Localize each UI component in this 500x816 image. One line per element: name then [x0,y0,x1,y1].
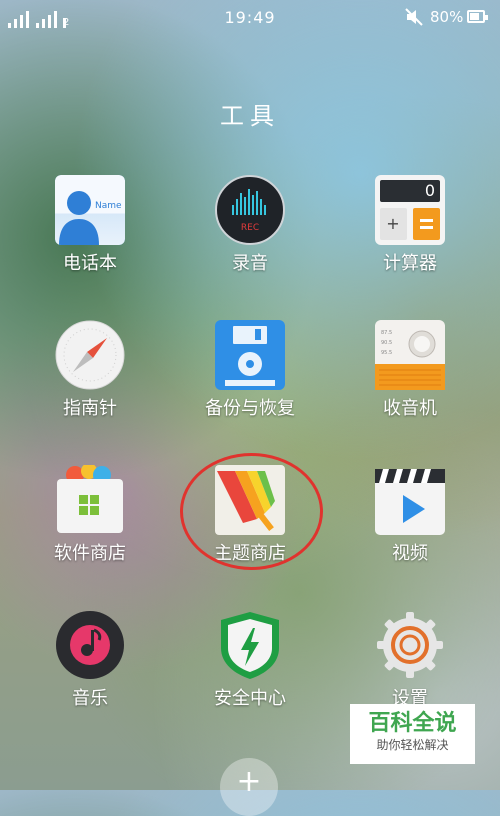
mute-icon [405,8,423,26]
security-center-icon [215,610,285,680]
recorder-icon: REC [215,175,285,245]
watermark-title: 百科全说 [368,711,457,736]
app-compass[interactable]: 指南针 [25,320,155,420]
radio-icon: 87.5 90.5 95.5 [375,320,445,390]
battery-percent: 80% [430,8,464,26]
app-label: 软件商店 [54,543,126,564]
watermark: 百科全说 助你轻松解决 [350,704,475,764]
recorder-icon-text: REC [240,223,260,233]
contacts-icon-text: Name [95,201,122,211]
app-label: 电话本 [63,253,117,274]
app-security-center[interactable]: 安全中心 [185,610,315,710]
add-button[interactable]: + [220,758,278,816]
app-calculator[interactable]: + 0 计算器 [345,175,475,275]
app-contacts[interactable]: Name 电话本 [25,175,155,275]
app-store-icon [55,463,125,535]
svg-text:90.5: 90.5 [381,340,392,346]
video-icon [375,465,445,535]
app-music[interactable]: 音乐 [25,610,155,710]
settings-icon [375,610,445,680]
calculator-icon: + 0 [375,175,445,245]
svg-text:87.5: 87.5 [381,330,392,336]
app-backup[interactable]: 备份与恢复 [185,320,315,420]
status-time: 19:49 [224,8,276,27]
app-label: 安全中心 [214,688,286,709]
app-label: 录音 [232,253,268,274]
app-label: 指南针 [63,398,117,419]
battery-icon [467,10,488,23]
app-label: 备份与恢复 [205,398,295,419]
svg-text:+: + [386,214,399,233]
svg-text:95.5: 95.5 [381,350,392,356]
status-bar: 2 19:49 80% [0,0,500,36]
app-label: 视频 [392,543,428,564]
music-icon [55,610,125,680]
app-recorder[interactable]: REC 录音 [185,175,315,275]
folder-title: 工具 [220,102,280,130]
app-label: 计算器 [383,253,437,274]
app-radio[interactable]: 87.5 90.5 95.5 收音机 [345,320,475,420]
contacts-icon: Name [55,175,125,245]
compass-icon [55,320,125,390]
backup-icon [215,320,285,390]
app-video[interactable]: 视频 [345,465,475,565]
app-settings[interactable]: 设置 [345,610,475,710]
highlight-circle [180,453,323,570]
plus-icon: + [236,764,262,799]
app-label: 音乐 [72,688,108,709]
app-label: 收音机 [383,398,437,419]
app-software-store[interactable]: 软件商店 [25,463,155,565]
calculator-display-text: 0 [424,181,435,200]
watermark-subtitle: 助你轻松解决 [376,738,449,752]
